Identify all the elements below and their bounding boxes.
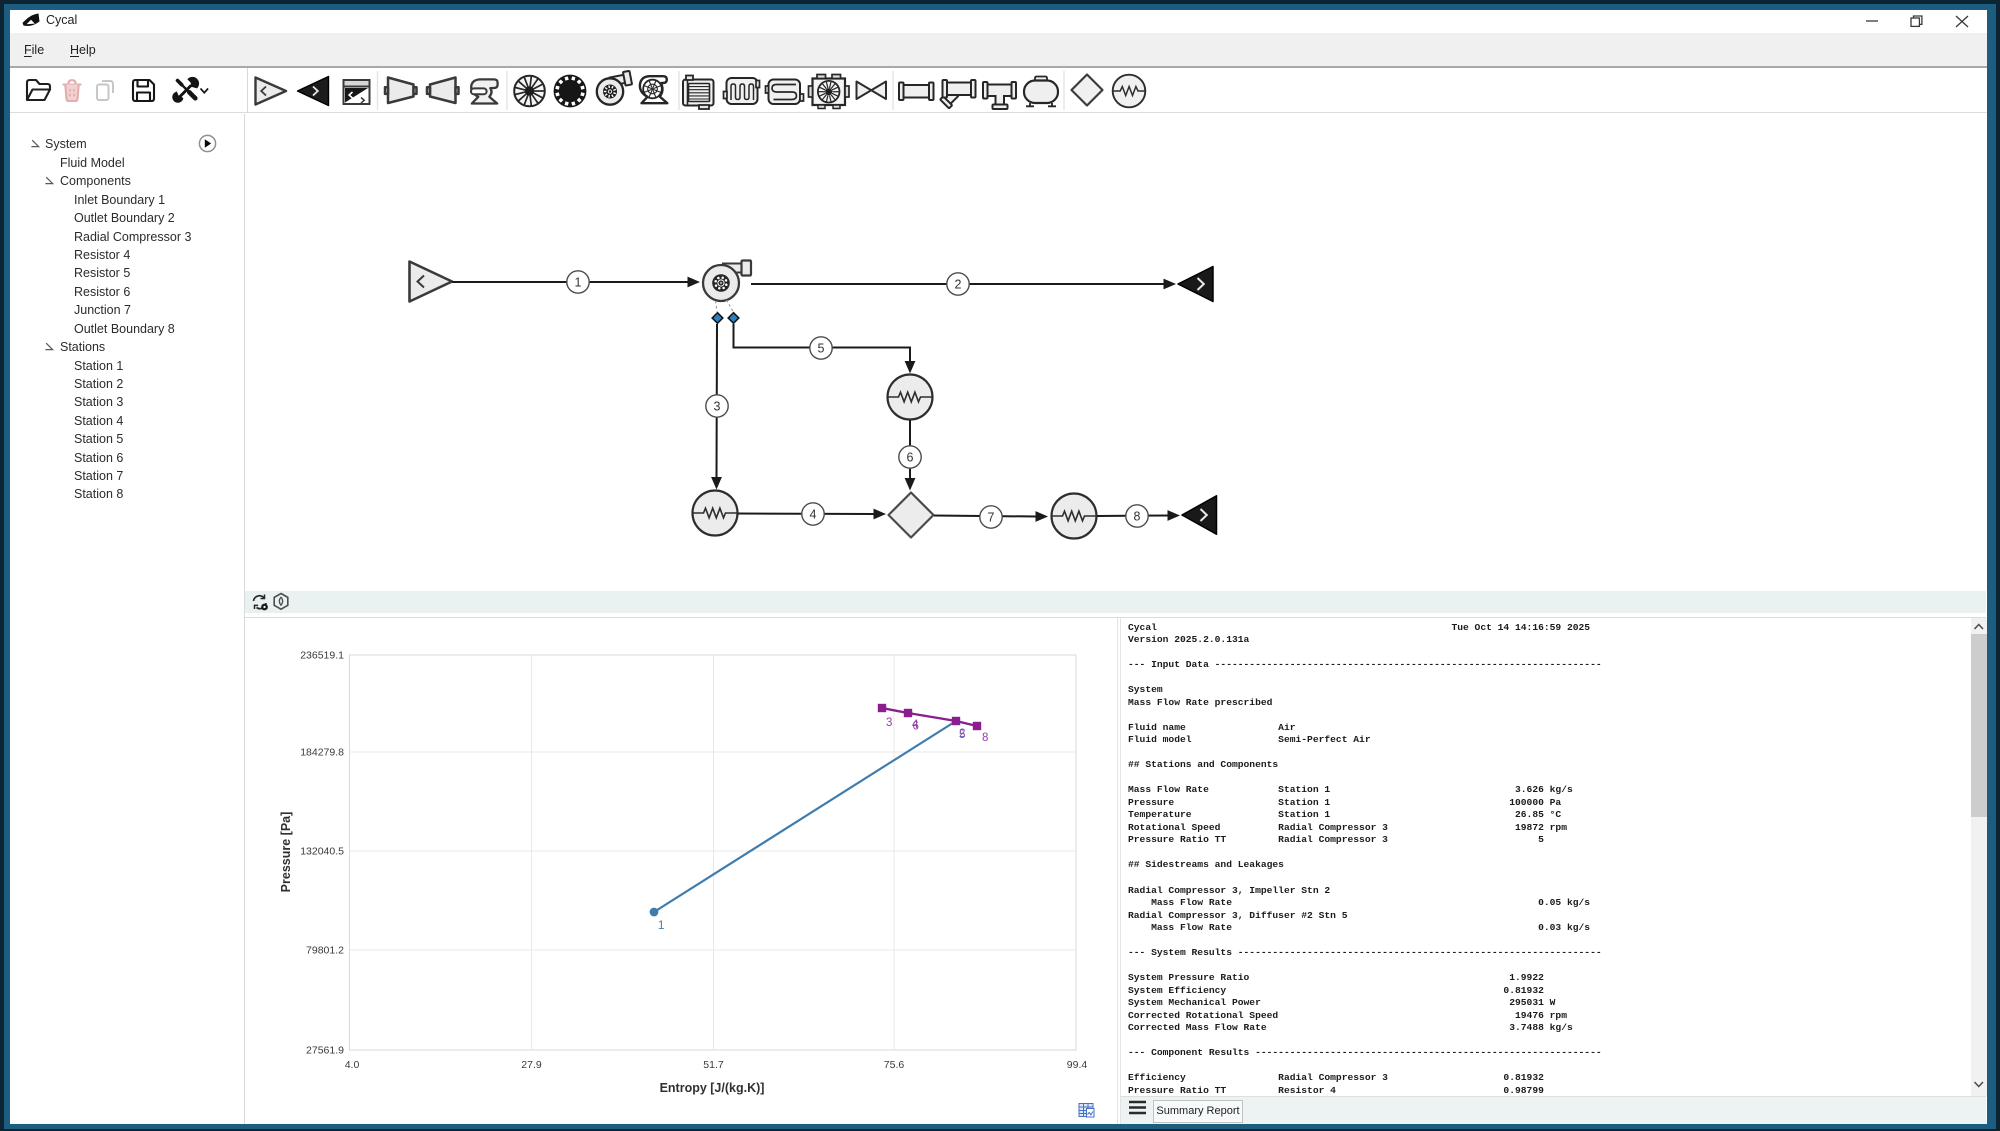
svg-text:Pressure [Pa]: Pressure [Pa] <box>279 812 293 893</box>
svg-text:27561.9: 27561.9 <box>306 1045 344 1057</box>
svg-text:8: 8 <box>1134 509 1141 523</box>
svg-text:132040.5: 132040.5 <box>300 846 344 858</box>
svg-text:6: 6 <box>907 450 914 464</box>
svg-text:4.0: 4.0 <box>345 1059 360 1071</box>
svg-text:3: 3 <box>886 717 892 729</box>
svg-text:5: 5 <box>818 341 825 355</box>
svg-text:6: 6 <box>913 721 919 733</box>
svg-text:Entropy [J/(kg.K)]: Entropy [J/(kg.K)] <box>660 1081 765 1095</box>
svg-text:27.9: 27.9 <box>521 1059 542 1071</box>
svg-text:51.7: 51.7 <box>703 1059 724 1071</box>
svg-text:184279.8: 184279.8 <box>300 747 344 759</box>
svg-text:8: 8 <box>982 732 988 744</box>
svg-text:79801.2: 79801.2 <box>306 945 344 957</box>
svg-text:75.6: 75.6 <box>884 1059 905 1071</box>
svg-text:4: 4 <box>810 507 817 521</box>
svg-text:1: 1 <box>658 920 664 932</box>
svg-text:99.4: 99.4 <box>1067 1059 1088 1071</box>
svg-text:3: 3 <box>714 399 721 413</box>
svg-text:1: 1 <box>575 275 582 289</box>
svg-text:2: 2 <box>955 277 962 291</box>
svg-text:7: 7 <box>988 510 995 524</box>
svg-text:5: 5 <box>959 729 965 741</box>
svg-text:236519.1: 236519.1 <box>300 650 344 662</box>
